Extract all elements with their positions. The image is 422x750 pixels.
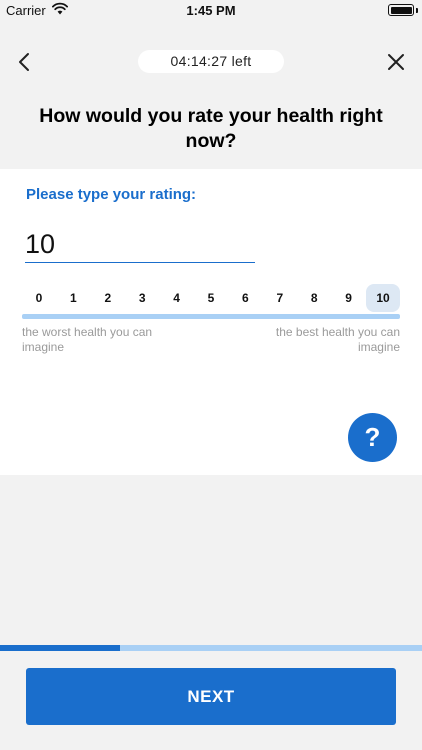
battery-tip <box>416 8 418 13</box>
scale-line <box>22 314 400 319</box>
scale-option-3[interactable]: 3 <box>125 284 159 312</box>
status-bar: Carrier 1:45 PM <box>0 0 422 22</box>
help-button[interactable]: ? <box>348 413 397 462</box>
progress-fill <box>0 645 121 651</box>
rating-scale: 0 1 2 3 4 5 6 7 8 9 10 <box>22 284 400 312</box>
battery-icon <box>388 4 414 16</box>
scale-option-4[interactable]: 4 <box>160 284 194 312</box>
next-button[interactable]: NEXT <box>26 668 396 725</box>
scale-option-1[interactable]: 1 <box>56 284 90 312</box>
timer-badge: 04:14:27 left <box>138 50 284 73</box>
scale-option-10[interactable]: 10 <box>366 284 400 312</box>
back-button[interactable] <box>10 48 38 76</box>
scale-option-9[interactable]: 9 <box>332 284 366 312</box>
question-title: How would you rate your health right now… <box>39 105 383 152</box>
scale-min-label: the worst health you can imagine <box>22 325 153 354</box>
progress-bar <box>0 645 422 651</box>
chevron-left-icon <box>19 53 29 71</box>
scale-option-7[interactable]: 7 <box>263 284 297 312</box>
scale-option-5[interactable]: 5 <box>194 284 228 312</box>
rating-card: Please type your rating: 012345678910 th… <box>0 169 422 475</box>
scale-option-6[interactable]: 6 <box>228 284 262 312</box>
close-button[interactable] <box>382 48 410 76</box>
status-time: 1:45 PM <box>186 3 236 18</box>
scale-option-8[interactable]: 8 <box>297 284 331 312</box>
rating-prompt: Please type your rating: <box>26 186 197 203</box>
scale-option-0[interactable]: 0 <box>22 284 56 312</box>
rating-input[interactable] <box>25 229 255 263</box>
close-icon <box>388 54 404 70</box>
scale-max-label: the best health you can imagine <box>275 325 400 354</box>
scale-option-2[interactable]: 2 <box>91 284 125 312</box>
